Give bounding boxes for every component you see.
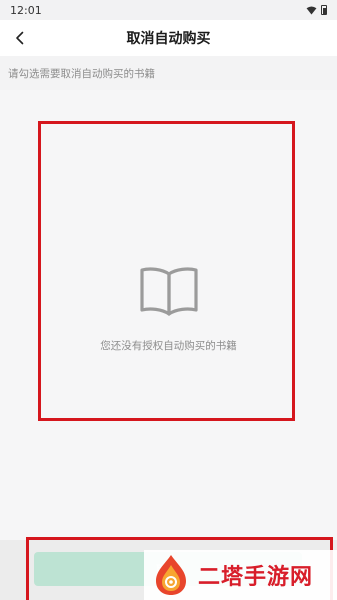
page-title: 取消自动购买 (126, 31, 211, 47)
empty-state: 您还没有授权自动购买的书籍 (0, 264, 337, 353)
selection-hint-text: 请勾选需要取消自动购买的书籍 (8, 67, 155, 80)
chevron-left-icon (16, 31, 24, 45)
empty-state-message: 您还没有授权自动购买的书籍 (100, 340, 237, 352)
status-time: 12:01 (10, 3, 42, 17)
status-bar: 12:01 (0, 0, 337, 20)
flame-logo (156, 555, 186, 595)
selection-hint: 请勾选需要取消自动购买的书籍 (0, 56, 337, 90)
back-button[interactable] (8, 26, 32, 50)
status-icons (306, 5, 327, 15)
wifi-icon (306, 5, 317, 15)
watermark: 二塔手游网 (144, 550, 337, 600)
battery-icon (321, 5, 327, 15)
header: 取消自动购买 (0, 20, 337, 56)
watermark-text: 二塔手游网 (198, 565, 314, 590)
open-book-icon (138, 264, 200, 322)
